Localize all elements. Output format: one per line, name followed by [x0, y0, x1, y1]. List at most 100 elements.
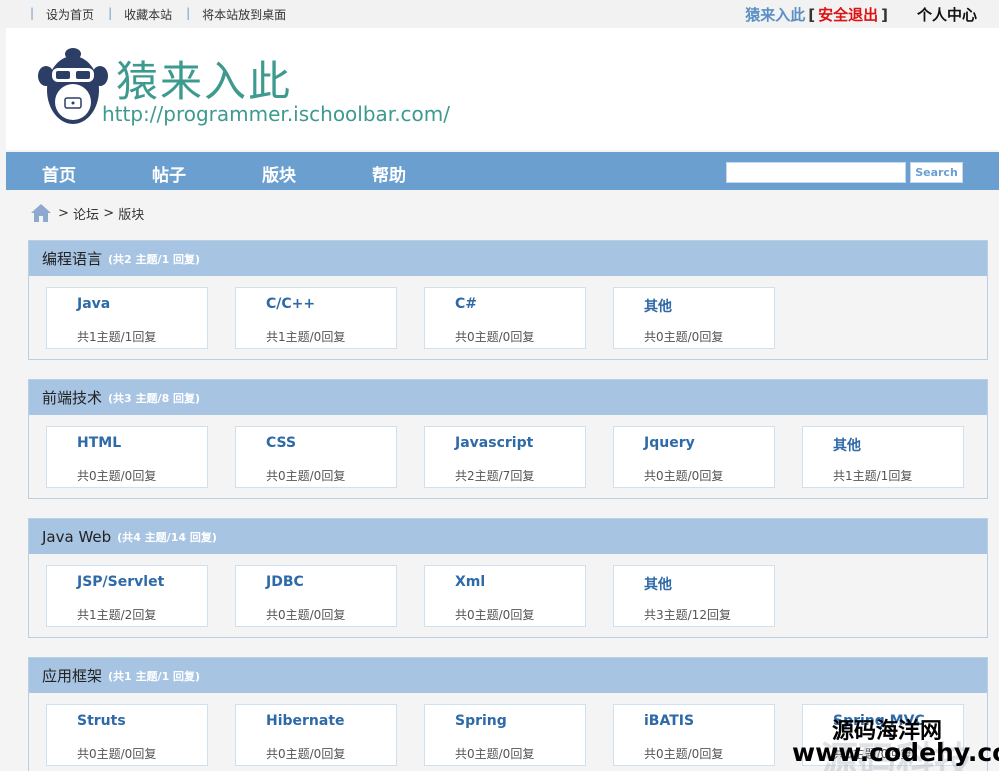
set-homepage-link[interactable]: 设为首页: [46, 6, 94, 23]
top-links: | 设为首页 | 收藏本站 | 将本站放到桌面: [30, 6, 300, 23]
category-stats: (共4 主题/14 回复): [117, 530, 217, 544]
board-name[interactable]: Javascript: [455, 435, 533, 451]
breadcrumb-forum[interactable]: 论坛: [73, 204, 99, 223]
category-stats: (共2 主题/1 回复): [108, 252, 201, 266]
board-card[interactable]: 其他共0主题/0回复: [613, 287, 775, 349]
divider: |: [30, 6, 35, 20]
category-section: Java Web (共4 主题/14 回复) JSP/Servlet 共1主题/2…: [28, 518, 988, 638]
category-section: 编程语言 (共2 主题/1 回复) Java 共1主题/1回复 C/C++ 共1主题…: [28, 240, 988, 360]
board-name[interactable]: CSS: [266, 435, 296, 451]
board-list: Java 共1主题/1回复 C/C++ 共1主题/0回复 C# 共0主题/0回复 其他…: [29, 276, 987, 359]
category-section: 前端技术 (共3 主题/8 回复) HTML 共0主题/0回复 CSS 共0主题/0…: [28, 379, 988, 499]
category-title[interactable]: 编程语言: [42, 248, 102, 269]
board-card[interactable]: C/C++ 共1主题/0回复: [235, 287, 397, 349]
nav-item-home[interactable]: 首页: [42, 161, 76, 186]
board-count: 共1主题/2回复: [77, 608, 157, 622]
board-name[interactable]: 其他: [644, 296, 672, 316]
bookmark-link[interactable]: 收藏本站: [124, 6, 172, 23]
board-card[interactable]: Hibernate 共0主题/0回复: [235, 704, 397, 766]
board-count: 共1主题/1回复: [77, 330, 157, 344]
site-header: 猿来入此 http://programmer.ischoolbar.com/: [6, 28, 999, 150]
board-card[interactable]: Javascript 共2主题/7回复: [424, 426, 586, 488]
board-card[interactable]: JDBC 共0主题/0回复: [235, 565, 397, 627]
username[interactable]: 猿来入此: [745, 4, 805, 25]
user-center-link[interactable]: 个人中心: [917, 4, 977, 25]
breadcrumb: > 论坛 > 版块: [30, 203, 144, 223]
board-card[interactable]: Xml 共0主题/0回复: [424, 565, 586, 627]
divider: |: [108, 6, 113, 20]
category-header: 应用框架 (共1 主题/1 回复): [29, 658, 987, 693]
board-card[interactable]: iBATIS 共0主题/0回复: [613, 704, 775, 766]
watermark-url: www.codehy.com: [792, 738, 999, 767]
user-box: 猿来入此 [ 安全退出 ] 个人中心: [745, 4, 977, 25]
site-title: 猿来入此: [116, 57, 293, 106]
board-count: 共0主题/0回复: [266, 608, 346, 622]
nav-item-help[interactable]: 帮助: [372, 161, 406, 186]
board-name[interactable]: Struts: [77, 713, 126, 729]
board-card[interactable]: Struts 共0主题/0回复: [46, 704, 208, 766]
board-count: 共0主题/0回复: [77, 747, 157, 761]
board-count: 共0主题/0回复: [644, 469, 724, 483]
search-button[interactable]: Search: [910, 162, 963, 183]
top-bar: | 设为首页 | 收藏本站 | 将本站放到桌面 猿来入此 [ 安全退出 ] 个人…: [0, 0, 999, 28]
category-stats: (共1 主题/1 回复): [108, 669, 201, 683]
board-name[interactable]: iBATIS: [644, 713, 694, 729]
board-count: 共2主题/7回复: [455, 469, 535, 483]
board-name[interactable]: HTML: [77, 435, 121, 451]
search-input[interactable]: [726, 162, 906, 183]
desktop-shortcut-link[interactable]: 将本站放到桌面: [202, 6, 286, 23]
site-url: http://programmer.ischoolbar.com/: [102, 102, 450, 126]
board-count: 共0主题/0回复: [266, 747, 346, 761]
board-card[interactable]: 其他共3主题/12回复: [613, 565, 775, 627]
board-card[interactable]: CSS 共0主题/0回复: [235, 426, 397, 488]
board-name[interactable]: Xml: [455, 574, 485, 590]
breadcrumb-separator: >: [58, 205, 69, 221]
board-name[interactable]: C/C++: [266, 296, 315, 312]
board-count: 共0主题/0回复: [455, 330, 535, 344]
category-header: Java Web (共4 主题/14 回复): [29, 519, 987, 554]
breadcrumb-boards: 版块: [118, 207, 145, 223]
nav-item-posts[interactable]: 帖子: [152, 161, 186, 186]
category-header: 前端技术 (共3 主题/8 回复): [29, 380, 987, 415]
category-header: 编程语言 (共2 主题/1 回复): [29, 241, 987, 276]
board-count: 共0主题/0回复: [455, 608, 535, 622]
board-card[interactable]: C# 共0主题/0回复: [424, 287, 586, 349]
board-name[interactable]: 其他: [644, 574, 672, 594]
bracket-close: ]: [881, 5, 888, 24]
board-name[interactable]: 其他: [833, 435, 861, 455]
main-nav: 首页 帖子 版块 帮助 Search: [6, 152, 999, 190]
divider: |: [186, 6, 191, 20]
nav-item-boards[interactable]: 版块: [262, 161, 296, 186]
board-name[interactable]: C#: [455, 296, 477, 312]
board-card[interactable]: HTML 共0主题/0回复: [46, 426, 208, 488]
board-count: 共0主题/0回复: [455, 747, 535, 761]
board-count: 共0主题/0回复: [644, 330, 724, 344]
board-card[interactable]: Java 共1主题/1回复: [46, 287, 208, 349]
board-card[interactable]: JSP/Servlet 共1主题/2回复: [46, 565, 208, 627]
board-count: 共3主题/12回复: [644, 608, 731, 622]
category-title[interactable]: 前端技术: [42, 387, 102, 408]
bracket-open: [: [808, 5, 816, 24]
breadcrumb-separator: >: [103, 205, 115, 221]
board-name[interactable]: JDBC: [266, 574, 304, 590]
board-list: JSP/Servlet 共1主题/2回复 JDBC 共0主题/0回复 Xml 共0主题…: [29, 554, 987, 637]
board-count: 共1主题/0回复: [266, 330, 346, 344]
category-title[interactable]: 应用框架: [42, 665, 102, 686]
board-card[interactable]: Spring 共0主题/0回复: [424, 704, 586, 766]
logout-link[interactable]: 安全退出: [818, 4, 878, 25]
board-count: 共0主题/0回复: [644, 747, 724, 761]
board-count: 共0主题/0回复: [77, 469, 157, 483]
home-icon[interactable]: [30, 203, 52, 223]
board-card[interactable]: 其他共1主题/1回复: [802, 426, 964, 488]
monkey-logo-icon: [38, 48, 108, 124]
board-count: 共0主题/0回复: [266, 469, 346, 483]
board-name[interactable]: Jquery: [644, 435, 695, 451]
board-count: 共1主题/1回复: [833, 469, 913, 483]
board-name[interactable]: JSP/Servlet: [77, 574, 164, 590]
board-name[interactable]: Java: [77, 296, 110, 312]
board-name[interactable]: Spring: [455, 713, 507, 729]
category-title[interactable]: Java Web: [42, 528, 111, 546]
board-card[interactable]: Jquery 共0主题/0回复: [613, 426, 775, 488]
board-name[interactable]: Hibernate: [266, 713, 345, 729]
category-stats: (共3 主题/8 回复): [108, 391, 201, 405]
